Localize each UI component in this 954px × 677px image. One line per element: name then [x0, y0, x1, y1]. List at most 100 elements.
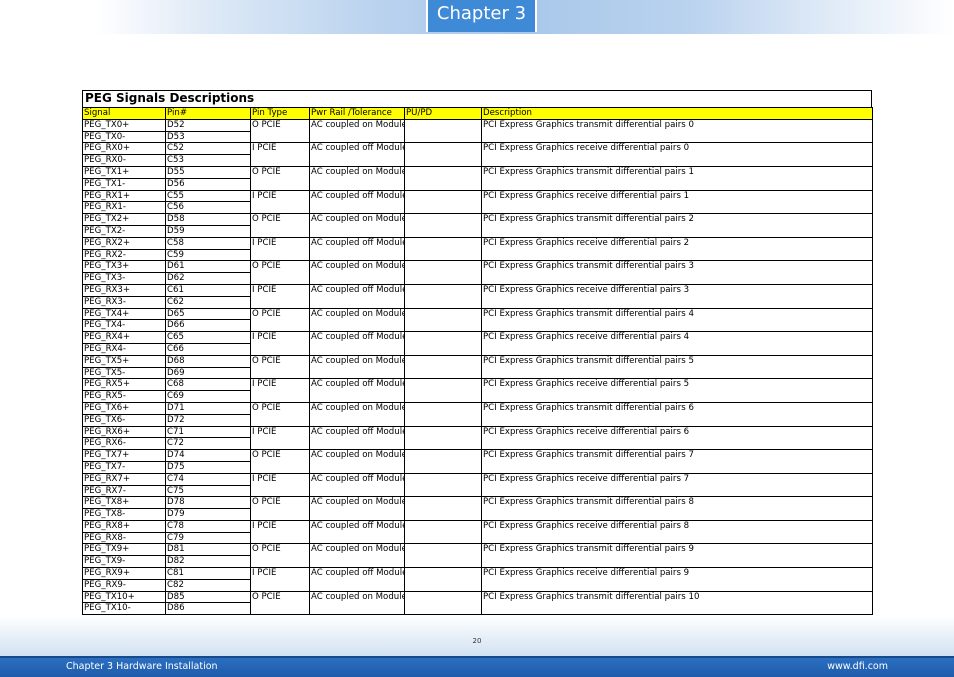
- peg-signals-table-section: PEG Signals Descriptions Signal Pin# Pin…: [82, 90, 873, 616]
- pu-pd-cell: [404, 354, 482, 380]
- pin-type-cell: I PCIE: [250, 472, 310, 498]
- column-header-pin-type: Pin Type: [250, 107, 310, 120]
- signal-cell: PEG_RX7-: [82, 484, 166, 498]
- signal-cell: PEG_RX5+: [82, 378, 166, 392]
- pin-type-cell: I PCIE: [250, 142, 310, 167]
- pin-cell: C66: [165, 342, 251, 356]
- pin-cell: D78: [165, 496, 251, 510]
- description-cell: PCI Express Graphics transmit differenti…: [481, 213, 873, 238]
- pwr-rail-cell: AC coupled off Module: [309, 189, 405, 215]
- table-row: PEG_RX0+ C52 I PCIE AC coupled off Module PC…: [82, 142, 873, 167]
- signal-cell: PEG_TX8-: [82, 508, 166, 521]
- signal-cell: PEG_TX5+: [82, 354, 166, 368]
- pin-cell: C61: [165, 283, 251, 297]
- signal-cell: PEG_RX1-: [82, 201, 166, 215]
- column-header-description: Description: [481, 107, 873, 120]
- description-cell: PCI Express Graphics transmit differenti…: [481, 165, 873, 191]
- pin-type-cell: I PCIE: [250, 189, 310, 215]
- column-header-pwr-rail: Pwr Rail /Tolerance: [309, 107, 405, 120]
- signal-cell: PEG_RX3-: [82, 295, 166, 309]
- table-row: PEG_RX8+ C78 I PCIE AC coupled off Module PC…: [82, 519, 873, 545]
- pin-type-cell: O PCIE: [250, 307, 310, 333]
- pwr-rail-cell: AC coupled on Module: [309, 354, 405, 380]
- pin-cell: C82: [165, 578, 251, 592]
- pin-cell: C52: [165, 142, 251, 156]
- pin-cell: D56: [165, 177, 251, 191]
- footer-website-link[interactable]: www.dfi.com: [827, 660, 888, 674]
- pwr-rail-cell: AC coupled on Module: [309, 496, 405, 521]
- signal-cell: PEG_RX0+: [82, 142, 166, 156]
- pin-cell: D86: [165, 602, 251, 616]
- pu-pd-cell: [404, 425, 482, 451]
- pu-pd-cell: [404, 307, 482, 333]
- table-row: PEG_RX3+ C61 I PCIE AC coupled off Module PC…: [82, 283, 873, 309]
- table-row: PEG_TX7+ D74 O PCIE AC coupled on Module PCI…: [82, 449, 873, 474]
- table-row: PEG_TX6+ D71 O PCIE AC coupled on Module PCI…: [82, 401, 873, 427]
- pin-type-cell: O PCIE: [250, 213, 310, 238]
- pwr-rail-cell: AC coupled off Module: [309, 283, 405, 309]
- pu-pd-cell: [404, 260, 482, 285]
- description-cell: PCI Express Graphics receive differentia…: [481, 567, 873, 592]
- pin-type-cell: O PCIE: [250, 401, 310, 427]
- pwr-rail-cell: AC coupled on Module: [309, 401, 405, 427]
- description-cell: PCI Express Graphics receive differentia…: [481, 331, 873, 356]
- table-row: PEG_TX2+ D58 O PCIE AC coupled on Module PCI…: [82, 213, 873, 238]
- pu-pd-cell: [404, 567, 482, 592]
- pin-cell: D75: [165, 460, 251, 474]
- pwr-rail-cell: AC coupled off Module: [309, 472, 405, 498]
- description-cell: PCI Express Graphics transmit differenti…: [481, 543, 873, 569]
- pin-cell: C55: [165, 189, 251, 203]
- signal-cell: PEG_TX7-: [82, 460, 166, 474]
- table-header-row: Signal Pin# Pin Type Pwr Rail /Tolerance…: [82, 107, 873, 120]
- pin-type-cell: O PCIE: [250, 165, 310, 191]
- pu-pd-cell: [404, 165, 482, 191]
- pin-cell: D53: [165, 130, 251, 144]
- table-row: PEG_TX8+ D78 O PCIE AC coupled on Module PCI…: [82, 496, 873, 521]
- pu-pd-cell: [404, 331, 482, 356]
- pin-cell: C79: [165, 531, 251, 545]
- pwr-rail-cell: AC coupled on Module: [309, 307, 405, 333]
- pin-cell: D85: [165, 590, 251, 604]
- signal-cell: PEG_RX8+: [82, 519, 166, 533]
- pin-type-cell: I PCIE: [250, 331, 310, 356]
- description-cell: PCI Express Graphics receive differentia…: [481, 519, 873, 545]
- column-header-pin: Pin#: [165, 107, 251, 120]
- description-cell: PCI Express Graphics transmit differenti…: [481, 118, 873, 144]
- signal-cell: PEG_RX0-: [82, 154, 166, 167]
- description-cell: PCI Express Graphics transmit differenti…: [481, 307, 873, 333]
- pwr-rail-cell: AC coupled on Module: [309, 118, 405, 144]
- description-cell: PCI Express Graphics receive differentia…: [481, 142, 873, 167]
- pin-cell: D59: [165, 224, 251, 238]
- signal-cell: PEG_RX3+: [82, 283, 166, 297]
- pin-cell: D72: [165, 413, 251, 427]
- column-header-signal: Signal: [82, 107, 166, 120]
- description-cell: PCI Express Graphics transmit differenti…: [481, 260, 873, 285]
- pwr-rail-cell: AC coupled on Module: [309, 543, 405, 569]
- pwr-rail-cell: AC coupled off Module: [309, 567, 405, 592]
- table-row: PEG_RX2+ C58 I PCIE AC coupled off Module PC…: [82, 236, 873, 262]
- pu-pd-cell: [404, 118, 482, 144]
- signal-cell: PEG_RX5-: [82, 390, 166, 403]
- pin-cell: D74: [165, 449, 251, 462]
- table-row: PEG_RX5+ C68 I PCIE AC coupled off Module PC…: [82, 378, 873, 403]
- pin-cell: D52: [165, 118, 251, 132]
- signal-cell: PEG_TX1-: [82, 177, 166, 191]
- table-row: PEG_TX10+ D85 O PCIE AC coupled on Module PC…: [82, 590, 873, 616]
- signal-cell: PEG_TX1+: [82, 165, 166, 179]
- pin-cell: C59: [165, 248, 251, 262]
- pwr-rail-cell: AC coupled off Module: [309, 331, 405, 356]
- peg-signals-table: Signal Pin# Pin Type Pwr Rail /Tolerance…: [82, 107, 873, 616]
- description-cell: PCI Express Graphics transmit differenti…: [481, 449, 873, 474]
- pin-type-cell: O PCIE: [250, 260, 310, 285]
- table-row: PEG_RX9+ C81 I PCIE AC coupled off Module PC…: [82, 567, 873, 592]
- signal-cell: PEG_TX10+: [82, 590, 166, 604]
- pin-type-cell: I PCIE: [250, 567, 310, 592]
- pu-pd-cell: [404, 378, 482, 403]
- pu-pd-cell: [404, 142, 482, 167]
- signal-cell: PEG_TX7+: [82, 449, 166, 462]
- footer-bar: Chapter 3 Hardware Installation www.dfi.…: [0, 656, 954, 677]
- pin-cell: C75: [165, 484, 251, 498]
- signal-cell: PEG_RX9-: [82, 578, 166, 592]
- pin-cell: D58: [165, 213, 251, 226]
- pin-type-cell: O PCIE: [250, 543, 310, 569]
